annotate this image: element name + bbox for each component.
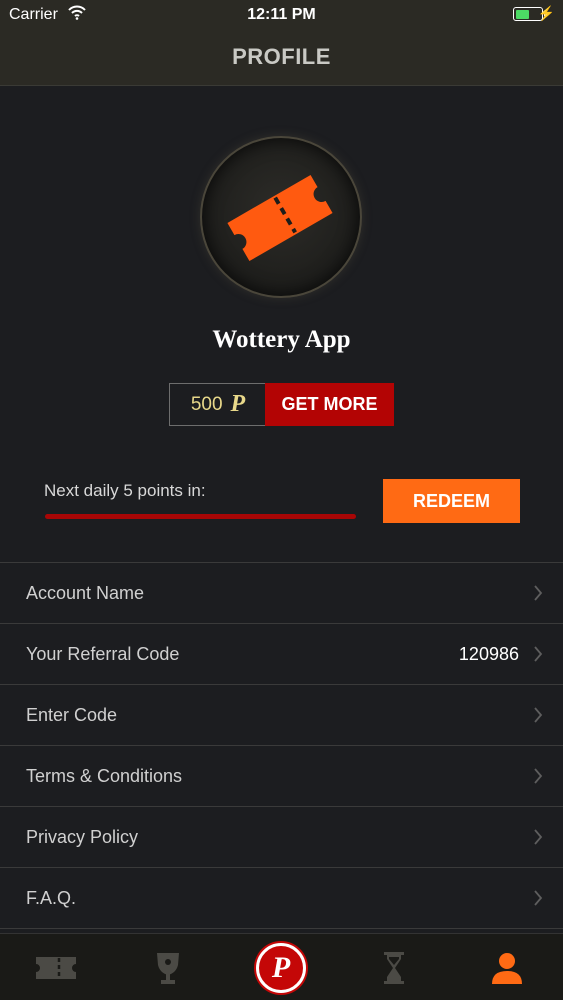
ticket-icon <box>36 956 76 979</box>
profile-avatar <box>200 136 362 298</box>
redeem-button[interactable]: REDEEM <box>383 479 520 523</box>
trophy-icon <box>157 952 179 984</box>
tab-history[interactable] <box>338 934 450 1000</box>
hourglass-icon <box>384 951 404 984</box>
points-icon: P <box>256 942 306 993</box>
tab-trophy[interactable] <box>112 934 224 1000</box>
chevron-right-icon <box>534 646 543 662</box>
daily-points-label: Next daily 5 points in: <box>44 481 206 500</box>
chevron-right-icon <box>534 707 543 723</box>
menu-item-terms[interactable]: Terms & Conditions <box>0 746 563 807</box>
points-value: 500 <box>190 393 223 415</box>
menu-item-label: Account Name <box>26 583 145 603</box>
menu-item-label: Your Referral Code <box>26 644 180 664</box>
tab-bar: P <box>0 933 563 1000</box>
points-icon: P <box>230 391 246 417</box>
ticket-icon <box>227 174 333 262</box>
person-icon <box>492 952 522 984</box>
menu-item-label: Enter Code <box>26 705 118 725</box>
menu-item-enter-code[interactable]: Enter Code <box>0 685 563 746</box>
daily-progress-fill <box>45 514 356 519</box>
menu-item-label: Privacy Policy <box>26 827 139 847</box>
menu-item-referral-code[interactable]: Your Referral Code 120986 <box>0 624 563 685</box>
chevron-right-icon <box>534 890 543 906</box>
chevron-right-icon <box>534 829 543 845</box>
navigation-bar: PROFILE <box>0 30 563 86</box>
chevron-right-icon <box>534 585 543 601</box>
daily-progress-bar <box>45 514 356 519</box>
chevron-right-icon <box>534 768 543 784</box>
status-bar: Carrier 12:11 PM ⚡ <box>0 0 563 30</box>
get-more-button[interactable]: GET MORE <box>265 383 394 426</box>
tab-points[interactable]: P <box>225 934 337 1000</box>
menu-item-label: Terms & Conditions <box>26 766 183 786</box>
status-time: 12:11 PM <box>247 6 316 23</box>
tab-tickets[interactable] <box>0 934 112 1000</box>
menu-item-faq[interactable]: F.A.Q. <box>0 868 563 929</box>
tab-profile[interactable] <box>451 934 563 1000</box>
points-balance: 500 P <box>169 383 266 426</box>
app-name: Wottery App <box>212 326 351 353</box>
menu-item-label: F.A.Q. <box>26 888 77 908</box>
charging-icon: ⚡ <box>537 5 555 21</box>
menu-item-privacy-policy[interactable]: Privacy Policy <box>0 807 563 868</box>
menu-item-account-name[interactable]: Account Name <box>0 563 563 624</box>
page-title: PROFILE <box>232 44 331 69</box>
referral-code-value: 120986 <box>458 644 519 664</box>
settings-menu: Account Name Your Referral Code 120986 E… <box>0 562 563 929</box>
